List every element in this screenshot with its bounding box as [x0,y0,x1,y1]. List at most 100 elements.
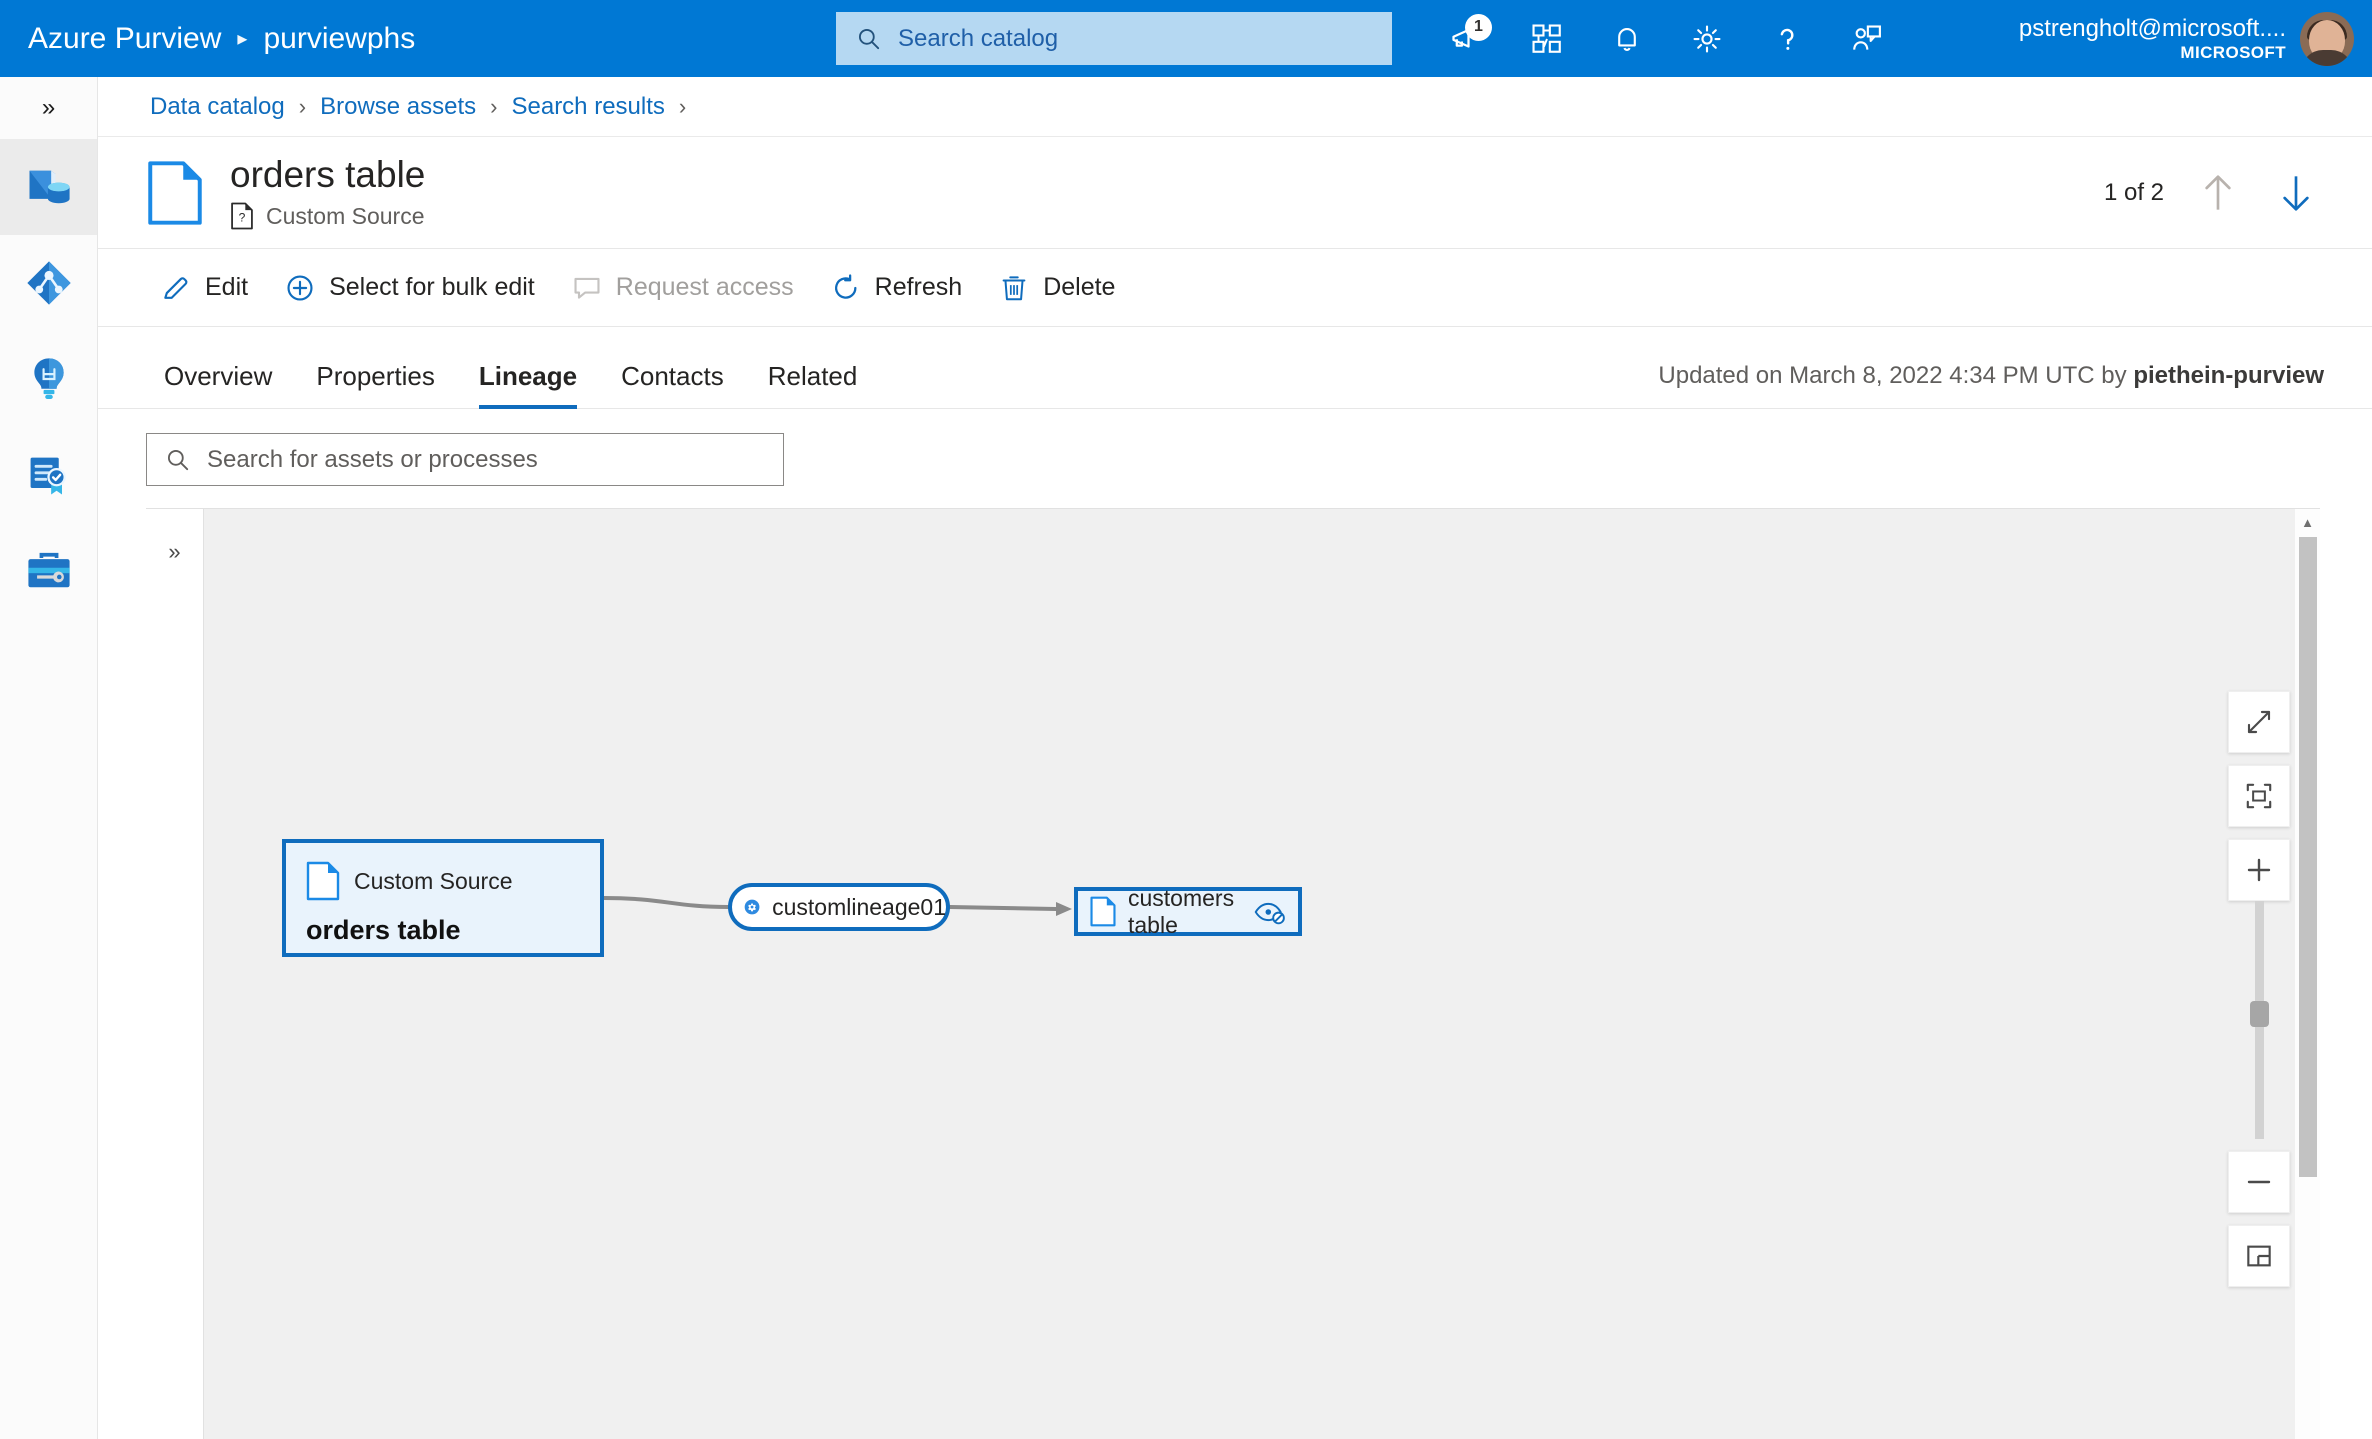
search-icon [858,28,880,49]
command-toolbar: Edit Select for bulk edit Request access [98,249,2372,327]
pencil-icon [164,276,188,299]
feedback-icon[interactable] [1840,12,1894,66]
expand-icon [2247,710,2271,734]
delete-button[interactable]: Delete [980,260,1133,316]
data-catalog-icon [29,170,70,204]
updated-prefix: Updated on March 8, 2022 4:34 PM UTC by [1658,362,2134,389]
avatar[interactable] [2300,11,2354,66]
lineage-sidepanel-expand-toggle[interactable]: » [146,509,204,1439]
rail-expand-toggle[interactable]: » [0,77,97,139]
user-account-button[interactable]: pstrengholt@microsoft.... MICROSOFT [2019,0,2354,77]
previous-asset-button[interactable] [2194,169,2242,217]
minimap-icon [2247,1245,2271,1267]
trash-icon [1002,275,1026,300]
lineage-canvas[interactable]: Custom Source orders table customlineage… [204,509,2320,1439]
breadcrumb-item-search-results[interactable]: Search results [511,93,664,121]
asset-tabs: Overview Properties Lineage Contacts Rel… [98,327,2372,409]
edge-orders-to-process [602,896,730,909]
asset-source-label: Custom Source [266,202,425,229]
asset-source-row: ? Custom Source [230,202,425,230]
hide-eye-icon[interactable] [1254,899,1286,925]
scrollbar-thumb[interactable] [2299,537,2317,1177]
lineage-node-customlineage01[interactable]: customlineage01 [728,883,950,931]
user-email: pstrengholt@microsoft.... [2018,14,2286,42]
tab-contacts[interactable]: Contacts [599,361,746,408]
lineage-search-input[interactable]: Search for assets or processes [146,433,784,486]
tab-overview[interactable]: Overview [142,361,294,408]
lineage-node-name: orders table [306,915,461,945]
lineage-search-wrap: Search for assets or processes [98,409,2372,508]
app-root: Azure Purview ▸ purviewphs Search catalo… [0,0,2372,1439]
sidebar-item-data-catalog[interactable] [0,139,97,235]
breadcrumb-separator-icon: › [678,93,687,119]
asset-title-row: orders table ? Custom Source 1 of 2 [98,137,2372,249]
document-icon [148,160,202,225]
zoom-in-button[interactable] [2228,839,2290,901]
brand-title[interactable]: Azure Purview [28,22,221,56]
edge-process-to-customers [948,905,1058,911]
lineage-pane-scrollbar[interactable]: ▲ [2294,509,2320,1439]
lineage-node-orders-table[interactable]: Custom Source orders table [282,839,604,957]
help-icon[interactable] [1760,12,1814,66]
lineage-target-name: customers table [1128,884,1235,938]
updated-user: piethein-purview [2133,362,2324,389]
bell-icon[interactable] [1600,12,1654,66]
delete-label: Delete [1043,273,1116,301]
gear-glyph [1693,24,1721,53]
zoom-out-button[interactable] [2228,1151,2290,1213]
gear-icon [744,899,760,915]
lineage-process-name: customlineage01 [772,893,946,920]
tab-related[interactable]: Related [746,361,880,408]
sidebar-item-management[interactable] [0,523,97,619]
breadcrumb-separator-icon: › [490,93,498,119]
announcements-icon[interactable]: 1 [1440,12,1494,66]
scroll-up-arrow-icon[interactable]: ▲ [2295,509,2320,535]
zoom-in-icon [2247,858,2271,882]
lineage-node-header: Custom Source [306,861,580,901]
breadcrumb-item-data-catalog[interactable]: Data catalog [150,93,285,121]
lineage-node-customers-table[interactable]: customers table [1074,884,1302,938]
edit-button[interactable]: Edit [142,260,266,316]
refresh-button[interactable]: Refresh [812,260,981,316]
workflow-icon[interactable] [1520,12,1574,66]
zoom-slider-thumb[interactable] [2250,1001,2269,1027]
tab-lineage[interactable]: Lineage [457,361,599,409]
lineage-edges [602,896,1072,916]
policy-certificate-icon [30,457,66,495]
fit-to-screen-icon [2246,783,2272,809]
user-organization: MICROSOFT [2180,42,2286,62]
edge-arrowhead [1056,902,1072,916]
person-feedback-glyph [1853,24,1881,50]
asset-title-group: orders table ? Custom Source [146,154,425,231]
request-access-label: Request access [615,273,794,301]
expand-button[interactable] [2228,691,2290,753]
account-name[interactable]: purviewphs [263,22,415,56]
gear-icon[interactable] [1680,12,1734,66]
zoom-slider-track[interactable] [2250,901,2269,1139]
arrow-down-icon [2283,176,2309,211]
select-for-bulk-edit-button[interactable]: Select for bulk edit [266,260,553,316]
top-header-bar: Azure Purview ▸ purviewphs Search catalo… [0,0,2372,77]
request-access-button: Request access [553,260,812,316]
brand-separator-icon: ▸ [237,27,248,50]
next-asset-button[interactable] [2272,169,2320,217]
management-toolbox-icon [27,552,70,588]
refresh-icon [834,273,857,299]
lineage-node-source-type: Custom Source [354,867,513,894]
sidebar-item-data-policy[interactable] [0,427,97,523]
tab-properties[interactable]: Properties [294,361,457,408]
last-updated-text: Updated on March 8, 2022 4:34 PM UTC by … [1658,362,2324,390]
bell-glyph [1618,27,1636,51]
fit-to-screen-button[interactable] [2228,765,2290,827]
sidebar-item-data-map[interactable] [0,235,97,331]
unknown-source-icon: ? [231,202,253,230]
sidebar-item-insights[interactable] [0,331,97,427]
comment-icon [574,277,600,299]
breadcrumb-item-browse-assets[interactable]: Browse assets [320,93,476,121]
catalog-search-input[interactable]: Search catalog [836,12,1392,65]
document-icon [306,861,340,901]
breadcrumb-separator-icon: › [298,93,307,119]
minimap-button[interactable] [2228,1225,2290,1287]
lineage-panel: Search for assets or processes » Custom … [98,409,2372,1439]
lineage-canvas-wrap: » Custom Source orders table customlinea… [146,508,2320,1439]
